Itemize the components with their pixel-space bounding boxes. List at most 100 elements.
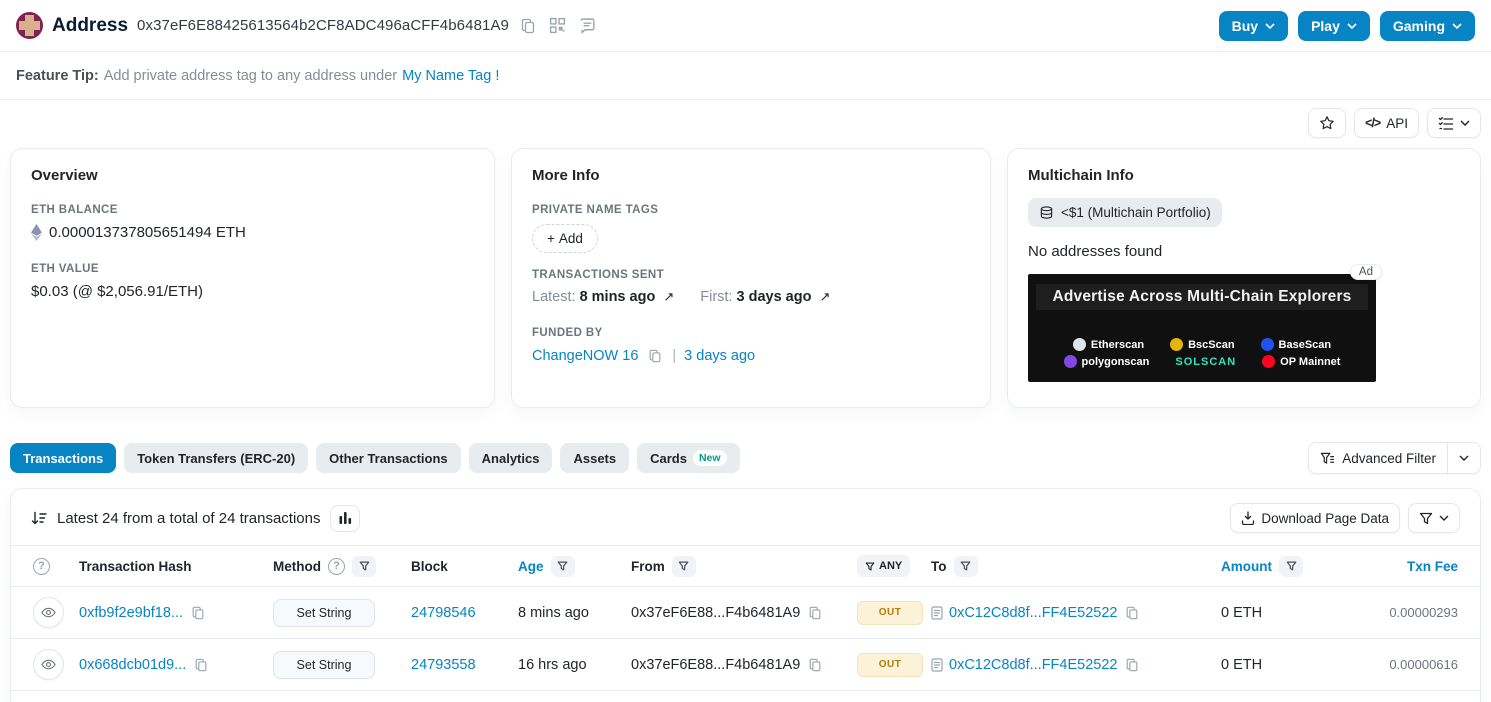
multichain-portfolio-badge[interactable]: <$1 (Multichain Portfolio) [1028,198,1222,227]
copy-funder-icon[interactable] [646,347,664,365]
first-label: First: [700,289,733,305]
funnel-list-icon [1321,452,1335,464]
amount-filter-button[interactable] [1279,555,1303,577]
download-page-data-button[interactable]: Download Page Data [1230,503,1400,533]
overview-card: Overview ETH BALANCE 0.00001373780565149… [10,148,495,408]
latest-value: 8 mins ago [579,289,656,305]
chart-view-button[interactable] [330,504,361,532]
checklist-icon [1438,117,1454,130]
txn-fee-cell: 0.00000616 [1389,657,1458,672]
chevron-down-icon [1460,120,1470,126]
help-icon[interactable]: ? [33,557,50,575]
method-help-icon[interactable]: ? [328,557,345,575]
chevron-down-icon [1439,515,1449,521]
advanced-filter-button: Advanced Filter [1308,442,1481,474]
tx-preview-eye-button[interactable] [33,649,64,680]
table-filter-dropdown-button[interactable] [1408,503,1460,533]
api-button[interactable]: </> API [1354,108,1419,138]
copy-to-address-icon[interactable] [1123,604,1141,622]
direction-out-badge: OUT [857,600,923,625]
eth-value-label: ETH VALUE [31,263,99,275]
funnel-icon [557,561,568,571]
qr-code-icon[interactable] [547,15,568,36]
comment-icon[interactable] [577,15,598,36]
latest-external-link-icon[interactable]: ↗ [663,289,674,304]
direction-out-badge: OUT [857,652,923,677]
no-addresses-text: No addresses found [1028,243,1163,260]
to-filter-button[interactable] [953,555,978,577]
tx-preview-eye-button[interactable] [33,597,64,628]
from-filter-button[interactable] [671,555,696,577]
tab-token-transfers[interactable]: Token Transfers (ERC-20) [124,443,309,473]
polygonscan-logo-icon [1063,355,1077,368]
chevron-down-icon [1265,22,1275,29]
quick-actions-row: </> API [0,100,1491,148]
coin-stack-icon [1040,205,1053,219]
ad-banner[interactable]: Advertise Across Multi-Chain Explorers E… [1028,274,1376,382]
private-name-tags-label: PRIVATE NAME TAGS [532,204,659,216]
funded-by-link[interactable]: ChangeNOW 16 [532,348,638,364]
from-address: 0x37eF6E88...F4b6481A9 [631,656,801,673]
funded-age-link[interactable]: 3 days ago [684,348,755,364]
col-from: From [631,555,857,577]
code-icon: </> [1365,116,1381,130]
block-link[interactable]: 24793558 [411,657,476,673]
tx-hash-link[interactable]: 0xfb9f2e9bf18... [79,605,183,621]
col-direction: ANY [857,555,931,577]
copy-tx-hash-icon[interactable] [189,604,207,622]
table-row: 0xfb9f2e9bf18... Set String 24798546 8 m… [11,587,1480,639]
chevron-down-icon [1452,22,1462,29]
my-name-tag-link[interactable]: My Name Tag ! [402,68,499,84]
copy-tx-hash-icon[interactable] [192,656,210,674]
tab-transactions[interactable]: Transactions [10,443,117,473]
tab-analytics[interactable]: Analytics [468,443,553,473]
multichain-portfolio-label: <$1 (Multichain Portfolio) [1061,205,1211,220]
advanced-filter-label: Advanced Filter [1342,450,1436,466]
funnel-icon [865,561,875,571]
add-name-tag-button[interactable]: + Add [532,224,598,253]
first-external-link-icon[interactable]: ↗ [819,289,830,304]
more-options-button[interactable] [1427,108,1481,138]
age-sort-link[interactable]: Age [518,559,544,574]
txn-fee-sort-link[interactable]: Txn Fee [1407,559,1458,574]
age-filter-button[interactable] [550,555,575,577]
tab-other-transactions[interactable]: Other Transactions [316,443,461,473]
buy-menu-button[interactable]: Buy [1218,10,1289,41]
copy-to-address-icon[interactable] [1123,656,1141,674]
to-address-link[interactable]: 0xC12C8d8f...FF4E52522 [949,657,1117,673]
advanced-filter-dropdown[interactable] [1447,443,1480,473]
copy-from-address-icon[interactable] [806,656,824,674]
api-button-label: API [1386,115,1408,131]
gaming-menu-label: Gaming [1392,17,1445,34]
funnel-icon [960,561,971,571]
tab-assets[interactable]: Assets [560,443,630,473]
eth-balance-label: ETH BALANCE [31,204,118,216]
transactions-sent-label: TRANSACTIONS SENT [532,269,665,281]
eth-balance-value-line: 0.000013737805651494 ETH [31,224,474,241]
method-filter-button[interactable] [352,555,376,577]
tab-cards[interactable]: Cards New [637,443,740,473]
direction-any-filter-button[interactable]: ANY [857,555,911,577]
col-amount: Amount [1221,555,1371,577]
amount-sort-link[interactable]: Amount [1221,559,1272,574]
eth-balance-value: 0.000013737805651494 ETH [49,224,246,241]
ad-title: Advertise Across Multi-Chain Explorers [1036,284,1368,310]
new-badge: New [692,450,727,466]
to-address-link[interactable]: 0xC12C8d8f...FF4E52522 [949,605,1117,621]
advanced-filter-main[interactable]: Advanced Filter [1309,443,1447,473]
copy-address-icon[interactable] [518,16,538,36]
play-menu-button[interactable]: Play [1298,10,1370,41]
method-badge[interactable]: Set String [273,650,375,679]
plus-icon: + [547,231,555,246]
copy-from-address-icon[interactable] [806,604,824,622]
gaming-menu-button[interactable]: Gaming [1379,10,1475,41]
col-transaction-hash: Transaction Hash [79,558,192,574]
block-link[interactable]: 24798546 [411,605,476,621]
ad-logos: Etherscan BscScan BaseScan polygonscan S… [1036,336,1368,372]
favorite-star-button[interactable] [1308,108,1347,138]
address-value: 0x37eF6E88425613564b2CF8ADC496aCFF4b6481… [137,17,509,34]
tx-hash-link[interactable]: 0x668dcb01d9... [79,657,186,673]
bscscan-logo-icon [1170,338,1184,351]
method-badge[interactable]: Set String [273,598,375,627]
eye-icon [41,659,56,670]
